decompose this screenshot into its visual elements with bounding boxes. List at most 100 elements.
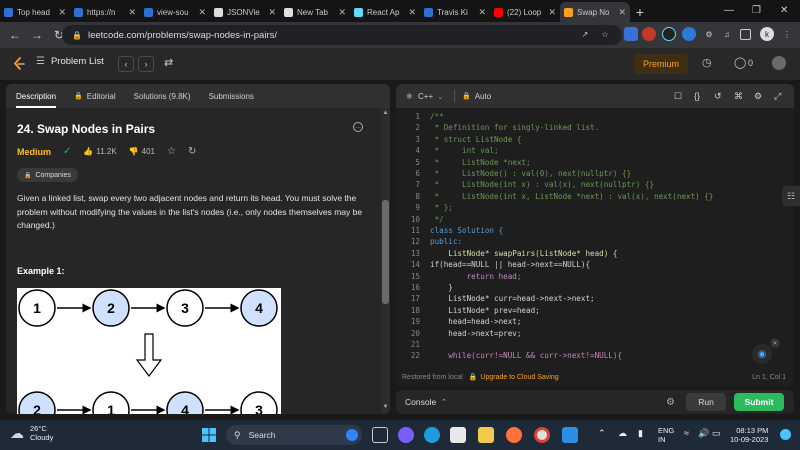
chrome-icon[interactable]	[534, 427, 550, 443]
left-scrollbar-thumb[interactable]	[382, 200, 389, 304]
like-button[interactable]: 👍 11.2K	[83, 147, 116, 156]
debug-icon[interactable]: ⚙	[666, 397, 675, 408]
tab-close-icon[interactable]: ✕	[198, 7, 206, 18]
weather-widget[interactable]: ☁ 26°C Cloudy	[10, 424, 53, 442]
forward-icon[interactable]: →	[26, 24, 48, 46]
more-options-icon[interactable]: …	[353, 122, 363, 132]
upgrade-link[interactable]: Upgrade to Cloud Saving	[480, 374, 558, 381]
file-explorer-icon[interactable]	[478, 427, 494, 443]
line-number: 11	[410, 226, 420, 235]
wifi-icon[interactable]: ≈	[684, 429, 689, 438]
chat-icon[interactable]: ◉	[752, 344, 772, 364]
edge-icon[interactable]	[424, 427, 440, 443]
next-problem-button[interactable]: ›	[138, 56, 154, 72]
react-devtools-icon[interactable]	[662, 27, 676, 41]
onedrive-icon[interactable]: ☁	[618, 429, 627, 438]
close-icon[interactable]: ✕	[770, 338, 780, 348]
console-toggle[interactable]: Console ⌃	[405, 397, 447, 408]
reset-icon[interactable]: ↺	[714, 91, 722, 102]
user-avatar[interactable]	[772, 56, 786, 70]
shuffle-icon[interactable]: ⇄	[164, 56, 173, 69]
tab-close-icon[interactable]: ✕	[548, 7, 556, 18]
favorite-star-icon[interactable]: ☆	[167, 146, 176, 157]
tab-close-icon[interactable]: ✕	[478, 7, 486, 18]
profile-avatar[interactable]: k	[760, 27, 774, 41]
language-indicator[interactable]: ENG IN	[658, 426, 674, 444]
browser-tab[interactable]: Top head ✕	[0, 2, 70, 22]
puzzle-icon[interactable]: ⚙	[702, 27, 716, 41]
tab-description[interactable]: Description	[16, 84, 57, 108]
code-area[interactable]: 1 /** 2 * Definition for singly-linked lis…	[396, 112, 794, 362]
tab-close-icon[interactable]: ✕	[128, 7, 136, 18]
run-button[interactable]: Run	[686, 393, 726, 411]
browser-tab[interactable]: Travis Ki ✕	[420, 2, 490, 22]
task-view-icon[interactable]	[372, 427, 388, 443]
back-icon[interactable]: ←	[4, 24, 26, 46]
browser-tab[interactable]: (22) Loop ✕	[490, 2, 560, 22]
companies-tag[interactable]: 🔒 Companies	[17, 168, 78, 182]
timer-icon[interactable]: ◷	[702, 56, 712, 69]
auto-mode-toggle[interactable]: 🔒 Auto	[462, 92, 491, 101]
new-tab-icon[interactable]: +	[630, 2, 650, 22]
fullscreen-icon[interactable]: ⤢	[774, 91, 781, 102]
bookmark-icon[interactable]: ☐	[674, 91, 682, 102]
browser-tab-title: https://n	[87, 7, 116, 17]
browser-tab[interactable]: view-sou ✕	[140, 2, 210, 22]
browser-tab[interactable]: React Ap ✕	[350, 2, 420, 22]
teams-icon[interactable]	[398, 427, 414, 443]
line-number: 7	[415, 180, 420, 190]
prev-problem-button[interactable]: ‹	[118, 56, 134, 72]
browser-tab[interactable]: https://n ✕	[70, 2, 140, 22]
taskbar-search[interactable]: ⚲ Search	[226, 425, 362, 445]
premium-button[interactable]: Premium	[634, 54, 688, 74]
dislike-button[interactable]: 👎 401	[129, 147, 155, 156]
notes-icon[interactable]: ☷	[782, 186, 800, 206]
tab-solutions[interactable]: Solutions (9.8K)	[134, 84, 191, 108]
extension-icon[interactable]	[642, 27, 656, 41]
browser-tab[interactable]: JSONVie ✕	[210, 2, 280, 22]
restore-icon[interactable]: ❐	[752, 0, 761, 20]
tab-close-icon[interactable]: ✕	[58, 7, 66, 18]
tab-close-icon[interactable]: ✕	[408, 7, 416, 18]
media-icon[interactable]: ♫	[720, 27, 734, 41]
settings-icon[interactable]: ⚙	[754, 91, 762, 102]
share-icon[interactable]: ↗	[578, 27, 592, 41]
shortcuts-icon[interactable]: ⌘	[734, 91, 743, 102]
clock[interactable]: 08:13 PM 10-09-2023	[730, 426, 768, 444]
bookmark-star-icon[interactable]: ☆	[598, 27, 612, 41]
close-window-icon[interactable]: ✕	[780, 0, 788, 20]
tab-close-icon[interactable]: ✕	[618, 7, 626, 18]
vscode-icon[interactable]	[562, 427, 578, 443]
language-select[interactable]: C++ ⌄	[418, 92, 444, 101]
tab-editorial[interactable]: 🔒 Editorial	[74, 84, 116, 108]
problem-list-link[interactable]: ☰ Problem List	[36, 56, 104, 67]
windows-start-icon[interactable]	[202, 428, 216, 442]
tab-close-icon[interactable]: ✕	[268, 7, 276, 18]
scroll-down-icon[interactable]: ▼	[382, 404, 389, 410]
fire-icon[interactable]: ◯	[734, 56, 746, 69]
battery-icon[interactable]: ▮	[638, 429, 643, 438]
tray-chevron-icon[interactable]: ⌃	[598, 429, 606, 438]
extension-icon[interactable]	[624, 27, 638, 41]
minimize-icon[interactable]: —	[724, 0, 734, 20]
notification-icon[interactable]	[780, 429, 791, 440]
menu-dots-icon[interactable]: ⋮	[780, 27, 794, 41]
extension-icon[interactable]	[682, 27, 696, 41]
scroll-up-icon[interactable]: ▲	[382, 110, 389, 116]
tab-submissions[interactable]: Submissions	[209, 84, 254, 108]
sidepanel-icon[interactable]	[740, 29, 751, 40]
tab-close-icon[interactable]: ✕	[338, 7, 346, 18]
submit-button[interactable]: Submit	[734, 393, 784, 411]
store-icon[interactable]	[450, 427, 466, 443]
firefox-icon[interactable]	[506, 427, 522, 443]
thumbs-down-icon: 👎	[128, 147, 139, 156]
braces-icon[interactable]: {}	[694, 91, 700, 101]
browser-tab[interactable]: Swap No ✕	[560, 2, 630, 22]
browser-tab[interactable]: New Tab ✕	[280, 2, 350, 22]
battery-status-icon[interactable]: ▭	[712, 429, 721, 438]
leetcode-logo-icon[interactable]	[12, 57, 26, 71]
url-input[interactable]: 🔒 leetcode.com/problems/swap-nodes-in-pa…	[62, 25, 622, 45]
share-icon[interactable]: ↻	[188, 146, 196, 157]
volume-icon[interactable]: 🔊	[698, 429, 709, 438]
thumbs-up-icon: 👍	[83, 147, 94, 156]
